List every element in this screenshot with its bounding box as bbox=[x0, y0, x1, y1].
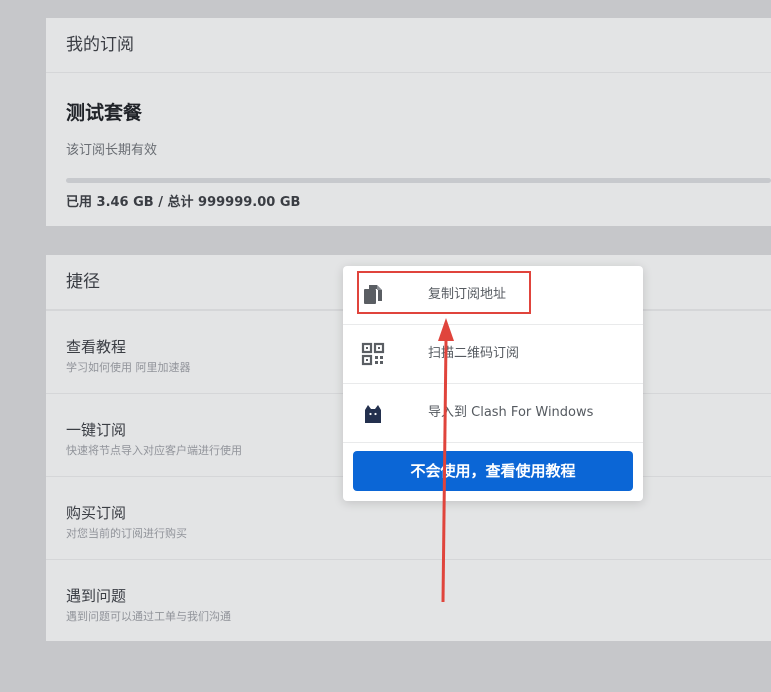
annotation-arrow-head bbox=[438, 318, 454, 341]
annotation-arrow-shaft bbox=[441, 339, 448, 603]
annotation-arrow bbox=[438, 318, 454, 603]
